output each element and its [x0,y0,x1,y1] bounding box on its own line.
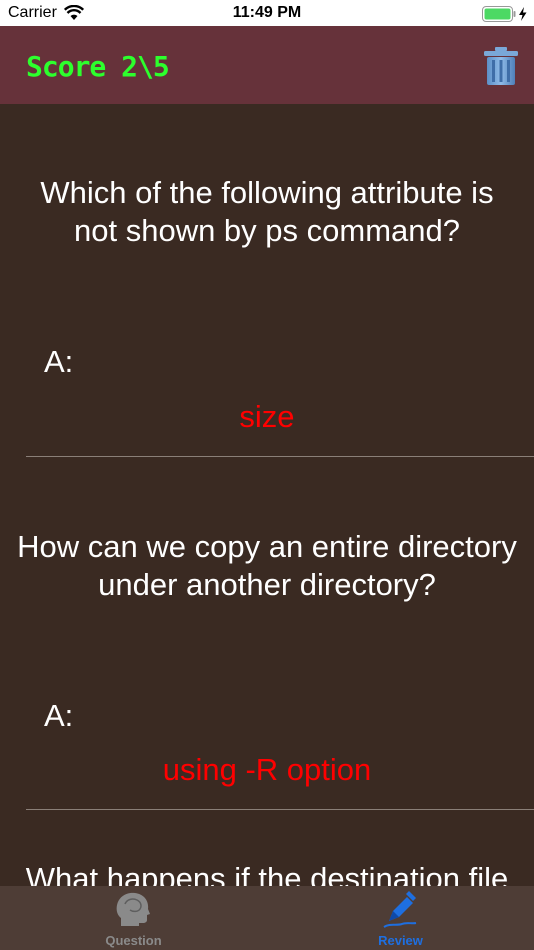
head-icon [116,892,150,926]
tab-label: Question [105,933,162,948]
question-text: Which of the following attribute is not … [40,175,494,248]
tab-review[interactable]: Review [267,886,534,950]
status-time: 11:49 PM [232,4,302,21]
divider [26,456,534,457]
tab-label: Review [378,933,423,948]
pen-icon [383,891,417,928]
status-bar: Carrier 11:49 PM [0,0,534,26]
review-list[interactable]: Which of the following attribute is not … [0,104,534,886]
tab-bar: Question Review [0,886,534,950]
answer-prefix: A: [44,698,74,733]
answer-prefix: A: [44,344,74,379]
app-header: Score 2\5 [0,26,534,104]
score-label: Score 2\5 [26,50,170,83]
answer-text: using -R option [162,752,372,787]
question-text: What happens if the destination file [25,861,509,886]
divider [26,809,534,810]
battery-charging-icon [482,6,527,22]
question-text: How can we copy an entire directory unde… [17,529,517,602]
answer-text: size [239,399,295,434]
tab-question[interactable]: Question [0,886,267,950]
trash-icon[interactable] [482,46,520,86]
